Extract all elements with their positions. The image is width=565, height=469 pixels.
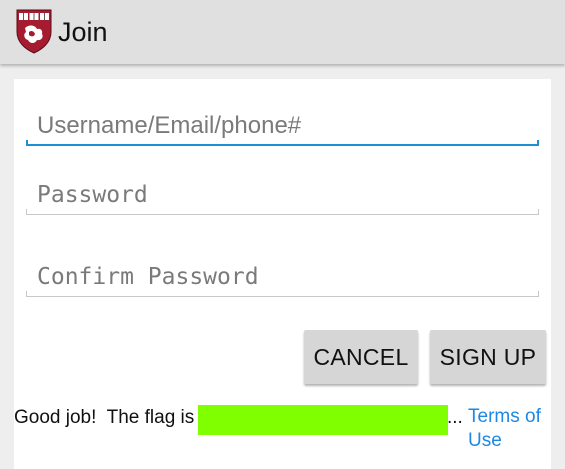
sign-up-button[interactable]: SIGN UP <box>430 330 546 384</box>
terms-of-use-link[interactable]: Terms of Use <box>468 405 558 453</box>
action-bar: Join <box>0 0 565 64</box>
confirm-password-underline <box>26 291 539 297</box>
password-underline <box>26 209 539 215</box>
harvard-shield-logo-icon <box>16 9 52 54</box>
username-field-container <box>26 106 539 146</box>
cancel-button[interactable]: CANCEL <box>304 330 418 384</box>
page-title: Join <box>58 17 108 47</box>
flag-ellipsis: ... <box>447 407 463 428</box>
flag-message-text: Good job! The flag is <box>14 407 195 428</box>
username-underline <box>26 140 539 146</box>
flag-highlight-box <box>198 405 448 435</box>
confirm-password-field-container <box>26 257 539 297</box>
password-field-container <box>26 175 539 215</box>
